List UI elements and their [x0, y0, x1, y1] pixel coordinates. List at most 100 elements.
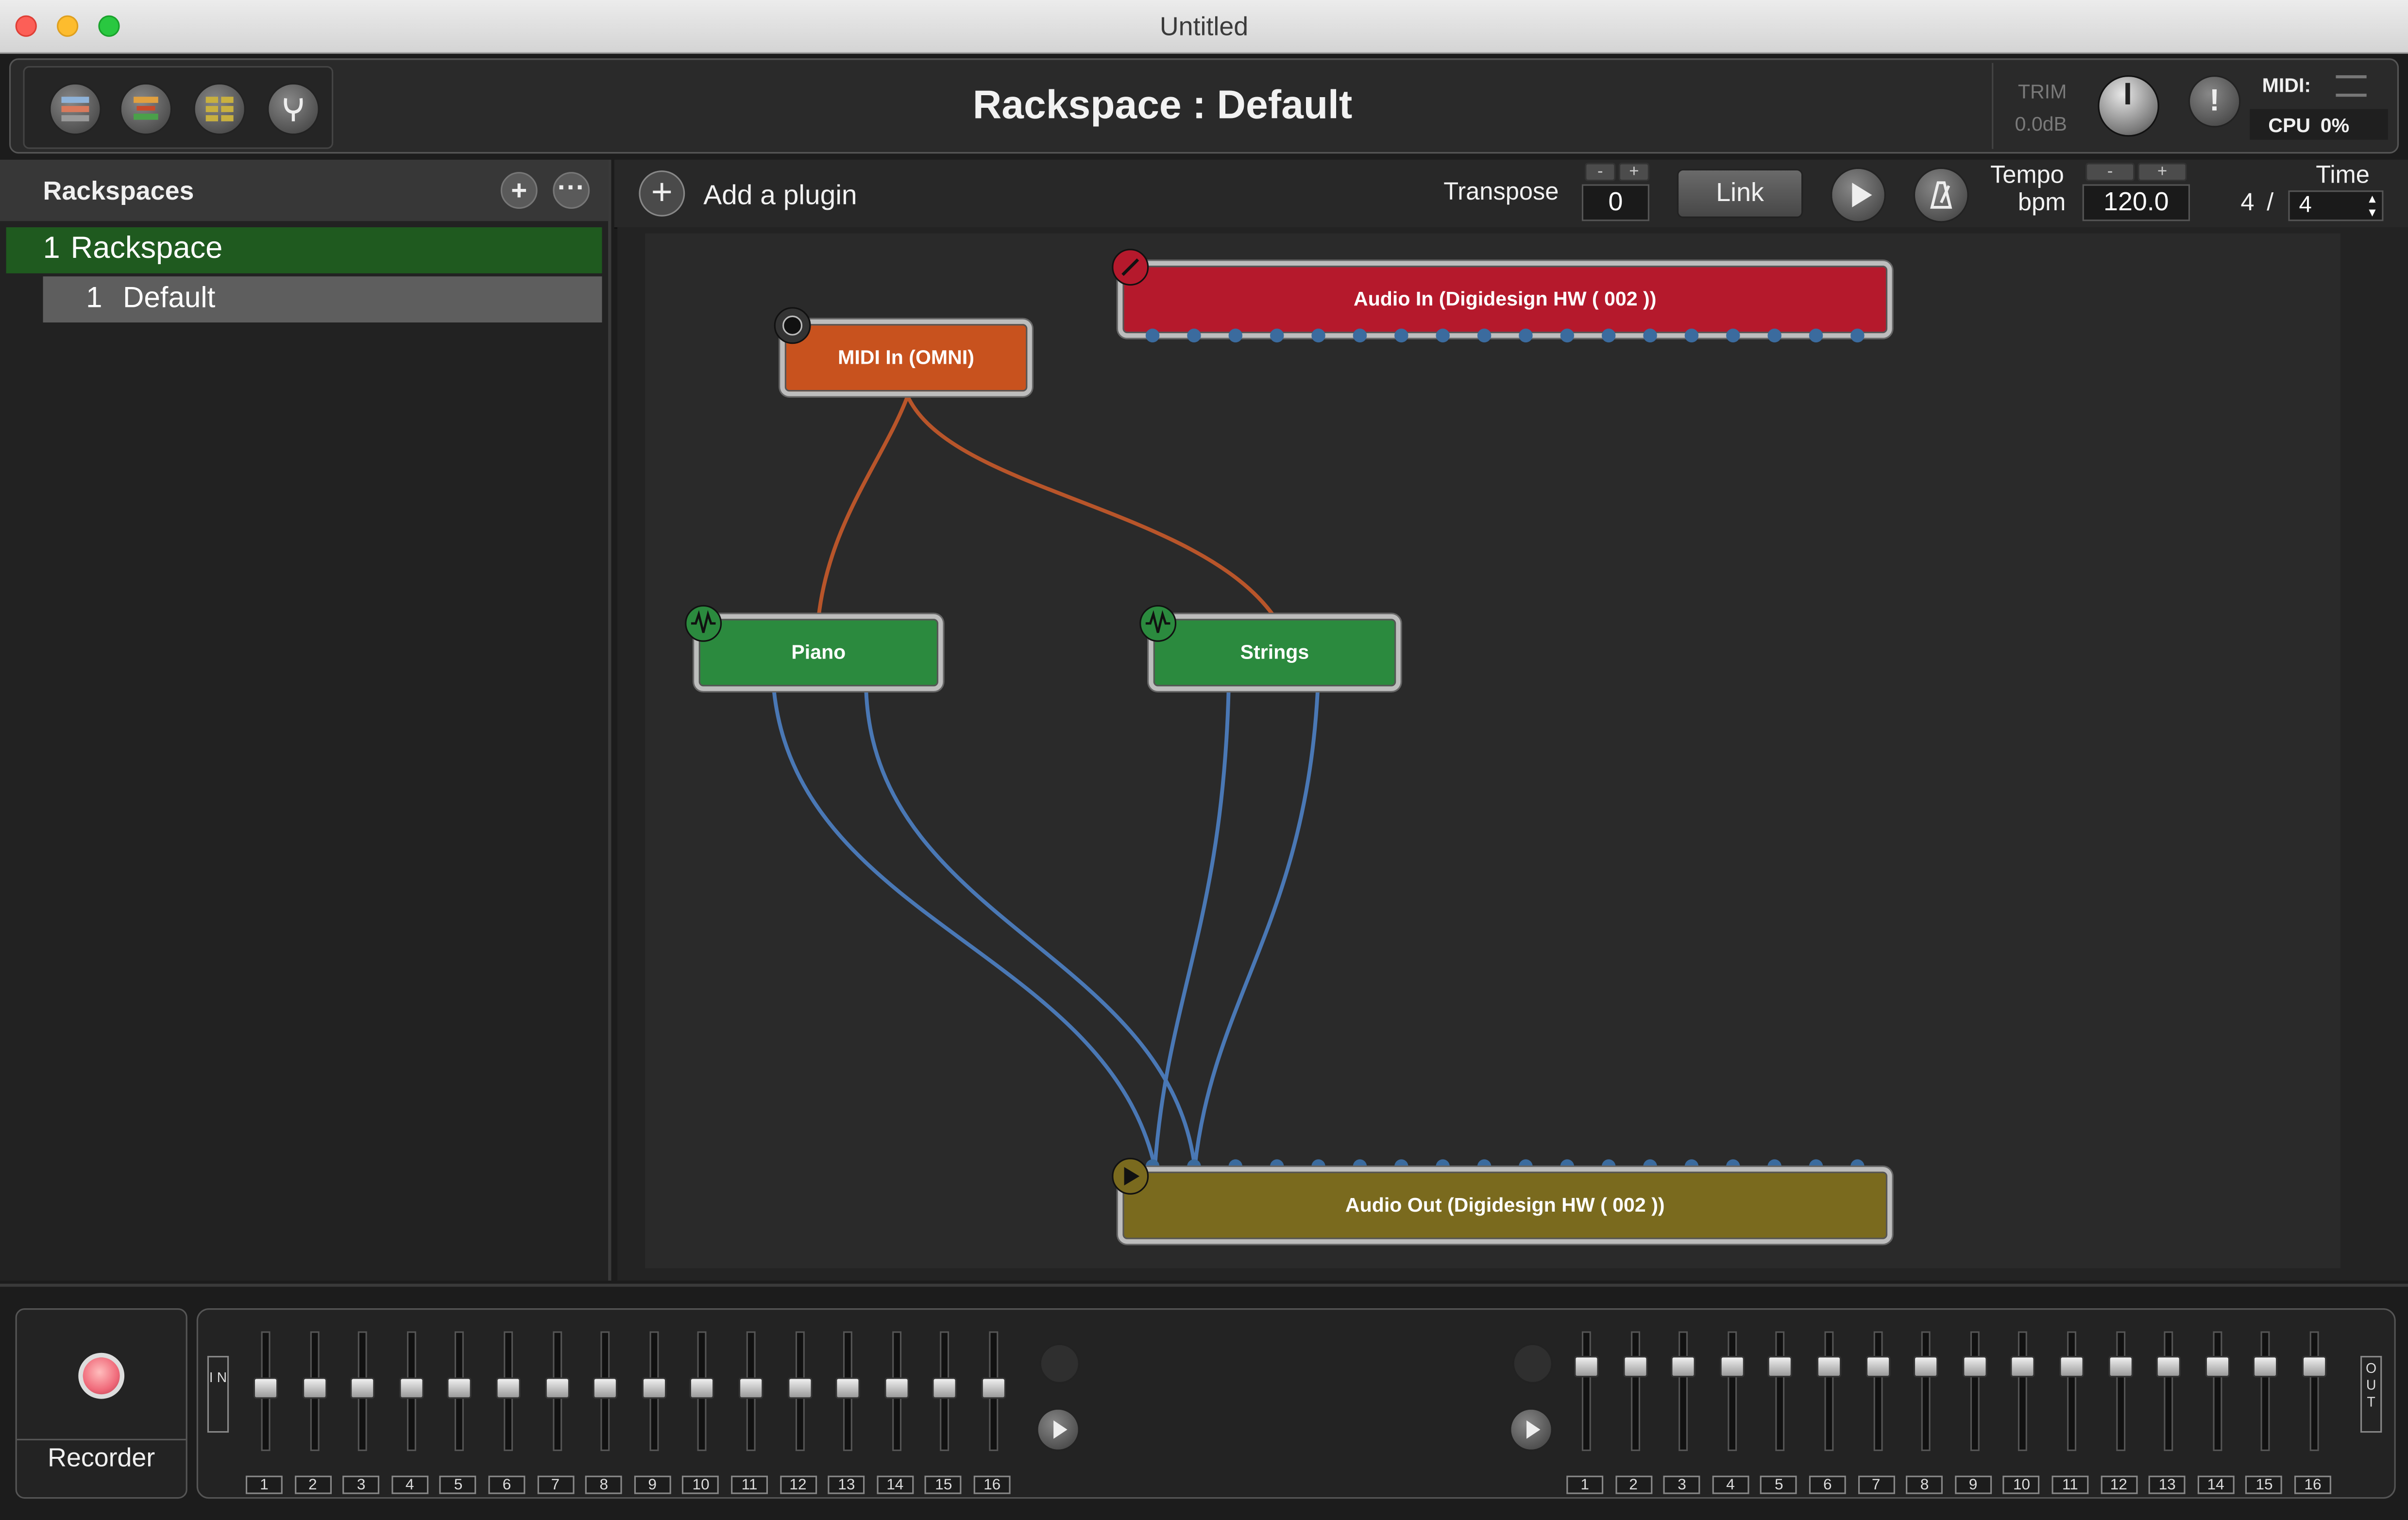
recorder-label: Recorder [17, 1438, 186, 1474]
output-record-icon[interactable] [1512, 1343, 1553, 1384]
audio-in-plugin[interactable]: Audio In (Digidesign HW ( 002 )) [1118, 261, 1892, 338]
output-channel-label: 14 [2197, 1475, 2235, 1494]
output-channel-label: 8 [1906, 1475, 1943, 1494]
transpose-field[interactable]: 0 [1581, 184, 1649, 221]
output-fader-track [2261, 1331, 2271, 1452]
output-fader-track [1921, 1331, 1931, 1452]
output-fader-handle[interactable] [2156, 1356, 2181, 1378]
input-fader-handle[interactable] [933, 1377, 958, 1399]
output-fader-handle[interactable] [2011, 1356, 2035, 1378]
warning-icon[interactable]: ! [2188, 75, 2241, 128]
record-button[interactable] [78, 1352, 125, 1399]
input-fader-handle[interactable] [253, 1377, 278, 1399]
input-fader-handle[interactable] [496, 1377, 521, 1399]
output-tag: O U T [2360, 1356, 2382, 1433]
metronome-icon[interactable] [1913, 167, 1969, 223]
input-fader-handle[interactable] [544, 1377, 569, 1399]
input-fader-handle[interactable] [642, 1377, 666, 1399]
output-fader-track [1581, 1331, 1591, 1452]
input-fader-handle[interactable] [690, 1377, 715, 1399]
transpose-down-button[interactable]: - [1585, 163, 1616, 182]
variation-item[interactable]: 1 Default [43, 276, 602, 323]
output-fader-handle[interactable] [1768, 1356, 1793, 1378]
midi-activity-label: MIDI: [2262, 73, 2311, 97]
variation-name: Default [122, 282, 216, 315]
input-channel-label: 14 [876, 1475, 914, 1494]
rackspaces-title: Rackspaces [43, 176, 194, 206]
output-fader-handle[interactable] [1671, 1356, 1696, 1378]
output-fader-handle[interactable] [1622, 1356, 1647, 1378]
input-channel-label: 3 [342, 1475, 380, 1494]
input-fader-handle[interactable] [981, 1377, 1006, 1399]
output-fader-track [2115, 1331, 2125, 1452]
output-fader-handle[interactable] [1816, 1356, 1842, 1378]
output-fader-handle[interactable] [1865, 1356, 1890, 1378]
add-plugin-label[interactable]: Add a plugin [703, 180, 857, 212]
audio-out-plugin[interactable]: Audio Out (Digidesign HW ( 002 )) [1118, 1167, 1892, 1244]
trim-value: 0.0dB [2015, 112, 2068, 135]
output-fader-track [2164, 1331, 2173, 1452]
trim-section: TRIM 0.0dB [1992, 63, 2171, 149]
output-fader-handle[interactable] [1719, 1356, 1745, 1378]
input-channel-label: 13 [828, 1475, 865, 1494]
output-fader-handle[interactable] [1574, 1356, 1599, 1378]
cpu-value: 0% [2320, 113, 2350, 137]
output-fader-handle[interactable] [2302, 1356, 2327, 1378]
piano-plugin[interactable]: Piano [694, 614, 943, 691]
window-title: Untitled [1159, 12, 1249, 42]
output-fader-handle[interactable] [2253, 1356, 2278, 1378]
output-channel-label: 6 [1809, 1475, 1846, 1494]
transpose-up-button[interactable]: + [1618, 163, 1649, 182]
output-fader-track [1873, 1331, 1882, 1452]
input-play-button[interactable] [1036, 1408, 1080, 1452]
input-fader-handle[interactable] [447, 1377, 472, 1399]
play-button[interactable] [1831, 167, 1886, 223]
rackspace-number: 1 [43, 232, 60, 266]
tempo-down-button[interactable]: - [2085, 163, 2135, 182]
output-fader-track [2212, 1331, 2222, 1452]
output-fader-track [1630, 1331, 1640, 1452]
input-channel-label: 16 [973, 1475, 1011, 1494]
bottom-mixer-bar: Recorder I N O U T 1 2 3 4 5 6 7 8 9 10 11 12 13 14 15… [0, 1284, 2408, 1520]
add-rackspace-button[interactable]: + [500, 172, 538, 209]
input-fader-handle[interactable] [399, 1377, 424, 1399]
input-fader-handle[interactable] [787, 1377, 812, 1399]
output-fader-handle[interactable] [2059, 1356, 2084, 1378]
input-channel-label: 12 [780, 1475, 816, 1494]
input-channel-label: 9 [634, 1475, 671, 1494]
output-channel-label: 15 [2246, 1475, 2283, 1494]
output-channel-label: 12 [2100, 1475, 2137, 1494]
rackspace-options-button[interactable]: ··· [553, 172, 590, 209]
input-fader-handle[interactable] [835, 1377, 861, 1399]
variation-number: 1 [86, 282, 102, 315]
plugin-label: Piano [791, 640, 846, 663]
time-denominator-value: 4 [2299, 192, 2312, 219]
plugin-label: Strings [1240, 640, 1309, 663]
tempo-field[interactable]: 120.0 [2082, 184, 2190, 221]
output-fader-handle[interactable] [2205, 1356, 2230, 1378]
output-fader-track [2067, 1331, 2077, 1452]
link-button[interactable]: Link [1677, 169, 1803, 219]
input-fader-handle[interactable] [593, 1377, 618, 1399]
input-fader-handle[interactable] [884, 1377, 909, 1399]
input-record-icon[interactable] [1039, 1343, 1080, 1384]
midi-in-plugin[interactable]: MIDI In (OMNI) [780, 319, 1032, 396]
input-fader-handle[interactable] [302, 1377, 327, 1399]
strings-plugin[interactable]: Strings [1149, 614, 1401, 691]
input-fader-handle[interactable] [350, 1377, 375, 1399]
tempo-up-button[interactable]: + [2137, 163, 2187, 182]
plugin-label: Audio Out (Digidesign HW ( 002 )) [1345, 1193, 1665, 1216]
output-fader-track [1679, 1331, 1688, 1452]
cpu-meter: CPU 0% [2250, 109, 2388, 140]
add-plugin-icon[interactable]: + [639, 170, 685, 217]
trim-knob[interactable] [2098, 75, 2159, 137]
output-fader-handle[interactable] [1914, 1356, 1939, 1378]
rackspace-item[interactable]: 1 Rackspace [6, 227, 602, 273]
output-fader-handle[interactable] [2108, 1356, 2133, 1378]
input-fader-handle[interactable] [738, 1377, 763, 1399]
rackspace-title: Rackspace : Default [972, 81, 1353, 128]
audio-out-icon [1112, 1158, 1149, 1195]
time-denominator-select[interactable]: 4 ▴ ▾ [2288, 190, 2384, 221]
output-play-button[interactable] [1509, 1408, 1553, 1452]
output-fader-handle[interactable] [1962, 1356, 1987, 1378]
